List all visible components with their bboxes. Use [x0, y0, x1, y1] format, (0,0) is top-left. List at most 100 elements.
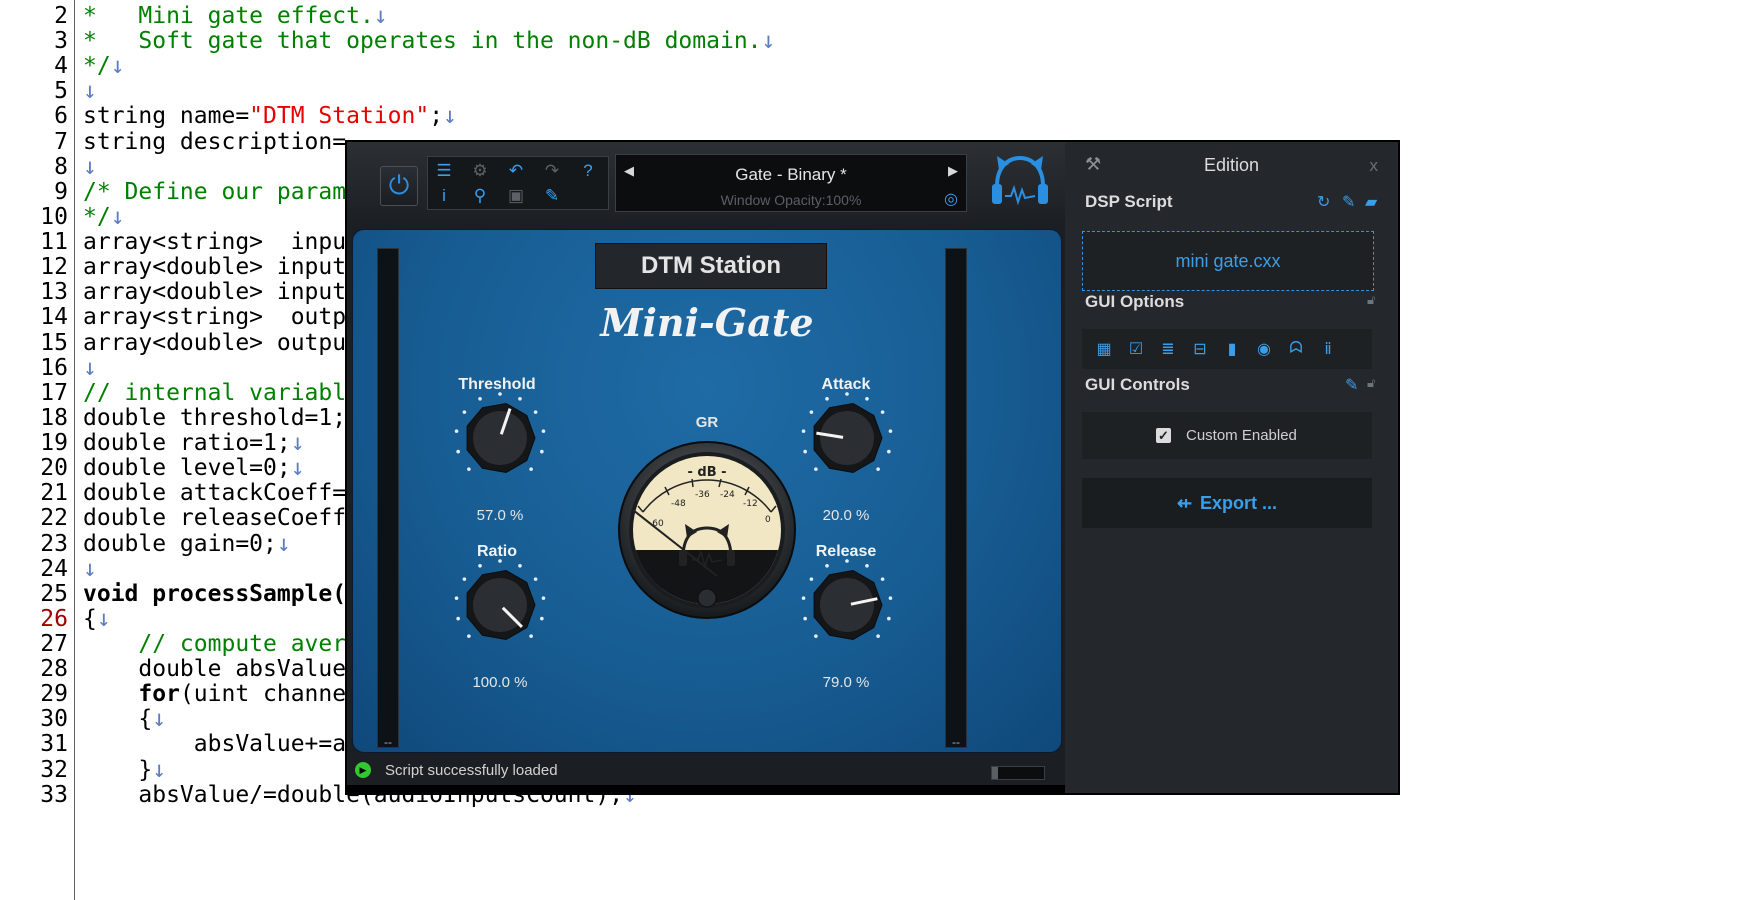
help-icon[interactable]: ? [572, 159, 604, 182]
edit-icon[interactable]: ✎ [536, 184, 568, 207]
line-text: {↓ [83, 705, 166, 733]
zoom-icon[interactable]: ⚲ [464, 184, 496, 207]
cat-headphones-logo-icon[interactable] [989, 152, 1051, 214]
script-file-box[interactable]: mini gate.cxx [1082, 231, 1374, 291]
knob-scale-dot [887, 616, 891, 621]
knob-scale-dot [876, 467, 880, 471]
knob-cap [820, 411, 874, 465]
list-view-icon[interactable]: ≣ [1156, 337, 1180, 361]
line-number: 26 [40, 605, 68, 632]
line-number: 2 [54, 3, 68, 29]
line-number: 24 [40, 555, 68, 582]
line-text: */↓ [83, 203, 125, 231]
threshold-value: 57.0 % [476, 507, 524, 524]
folder-icon[interactable]: ▰ [1365, 192, 1377, 212]
close-icon[interactable]: x [1370, 156, 1379, 176]
input-rail-label: -- [384, 735, 392, 749]
knob-scale-dot [540, 616, 544, 621]
line-text: // compute aver [83, 630, 346, 658]
line-number: 13 [40, 279, 68, 306]
line-number: 23 [40, 530, 68, 557]
cpu-meter-fill [992, 767, 999, 779]
line-text: array<double> outpu [83, 329, 346, 357]
code-token: ↓ [152, 756, 167, 783]
reload-icon[interactable]: ↻ [1317, 192, 1330, 212]
status-bar: ▶ Script successfully loaded [347, 755, 1065, 785]
line-number-gutter-divider [74, 0, 75, 900]
line-text: string description= [83, 128, 346, 156]
preset-name: Gate - Binary * [735, 165, 847, 184]
plugin-faceplate: -- -- DTM Station Mini-Gate Threshold 57… [352, 229, 1062, 753]
edit-script-icon[interactable]: ✎ [1342, 192, 1355, 212]
knob-scale-dot [809, 410, 814, 414]
line-text: double threshold=1; [83, 404, 346, 432]
code-token: ↓ [110, 53, 125, 80]
list-icon[interactable]: ☰ [428, 159, 460, 182]
info-small-icon[interactable]: ⅱ [1316, 337, 1340, 361]
knob-scale-dot [518, 563, 522, 568]
panel-icon[interactable]: ▮ [1220, 337, 1244, 361]
line-number: 21 [40, 480, 68, 507]
power-button[interactable]: ⏻ [380, 166, 418, 206]
knob-cap [473, 411, 527, 465]
plugin-window[interactable]: ⏻ ☰ ⚙ ↶ ↷ ? i ⚲ ▣ ✎ ◀ ▶ Gate - Binary * … [345, 140, 1400, 795]
unlock-controls-icon[interactable]: 🔓︎ [1367, 375, 1375, 391]
knob-scale-dot [541, 596, 546, 600]
line-number: 6 [54, 103, 68, 130]
info-icon[interactable]: i [428, 184, 460, 207]
checklist-icon[interactable]: ☑ [1124, 337, 1148, 361]
line-text: double absValue [83, 655, 346, 683]
knob-scale-dot [529, 634, 533, 638]
line-number: 32 [40, 756, 68, 783]
code-token: double attackCoeff= [83, 480, 347, 507]
vu-unit-label: - dB - [687, 465, 726, 480]
line-number: 8 [54, 153, 68, 180]
line-number: 9 [54, 178, 68, 205]
plugin-toolbar: ☰ ⚙ ↶ ↷ ? i ⚲ ▣ ✎ [427, 156, 609, 210]
code-token: "DTM Station" [249, 103, 430, 130]
gui-controls-box: ✓ Custom Enabled [1082, 412, 1372, 459]
knob-scale-dot [541, 429, 546, 433]
knob-scale-dot [880, 410, 885, 414]
keyboard-icon[interactable]: ▦ [1092, 337, 1116, 361]
code-token: { [83, 605, 97, 632]
code-token: ↓ [152, 706, 167, 733]
param-list-icon[interactable]: ⊟ [1188, 337, 1212, 361]
gui-options-label: GUI Options [1085, 292, 1185, 311]
unlock-icon[interactable]: 🔓︎ [1367, 292, 1375, 308]
custom-enabled-checkbox[interactable]: ✓ [1156, 428, 1171, 443]
circle-icon[interactable]: ◉ [1252, 337, 1276, 361]
code-token: */ [83, 53, 111, 80]
line-text: for(uint channe [83, 680, 346, 708]
undo-icon[interactable]: ↶ [500, 159, 532, 182]
export-label: Export ... [1200, 492, 1278, 513]
edit-controls-icon[interactable]: ✎ [1345, 375, 1358, 395]
line-number: 30 [40, 706, 68, 733]
line-number: 10 [40, 203, 68, 230]
preset-selector[interactable]: ◀ ▶ Gate - Binary * Window Opacity:100% … [615, 154, 967, 212]
release-value: 79.0 % [822, 674, 870, 691]
preset-options-icon[interactable]: ◎ [944, 189, 958, 209]
code-token: ↓ [761, 28, 776, 55]
gear-icon[interactable]: ⚙ [464, 159, 496, 182]
line-number: 12 [40, 254, 68, 281]
plugin-panel: -- -- DTM Station Mini-Gate Threshold 57… [347, 223, 1065, 785]
code-token: ↓ [83, 555, 97, 582]
code-token: // internal variabl [83, 379, 347, 406]
knob-scale-dot [462, 410, 467, 414]
knob-scale-dot [462, 577, 467, 581]
code-token: double level=0; [83, 455, 291, 482]
redo-icon[interactable]: ↷ [536, 159, 568, 182]
knob-scale-dot [478, 396, 482, 401]
export-icon: ⇷ [1176, 492, 1193, 513]
export-button[interactable]: ⇷ Export ... [1082, 478, 1372, 528]
line-number: 16 [40, 354, 68, 381]
line-text: * Mini gate effect.↓ [83, 2, 388, 30]
cat-icon[interactable]: ᗣ [1284, 337, 1308, 361]
threshold-knob[interactable] [452, 390, 548, 486]
code-token: ↓ [373, 3, 388, 29]
line-text: double ratio=1;↓ [83, 429, 305, 457]
ratio-knob[interactable] [452, 557, 548, 653]
screenshot-icon[interactable]: ▣ [500, 184, 532, 207]
play-icon[interactable]: ▶ [355, 762, 371, 778]
